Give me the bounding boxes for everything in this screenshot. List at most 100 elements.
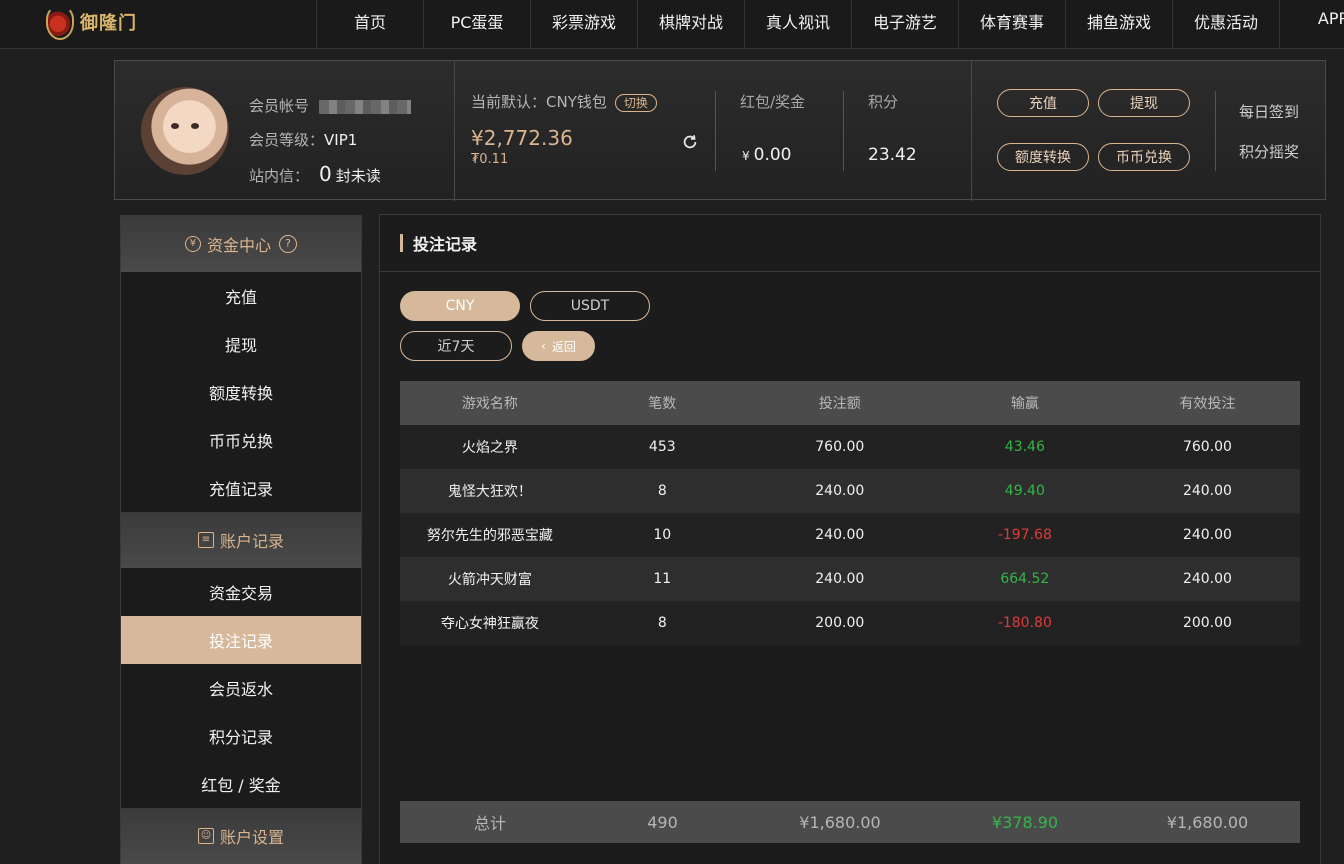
cell-game: 火箭冲天财富 <box>400 557 580 601</box>
back-label: 返回 <box>551 339 576 354</box>
nav-item-app[interactable]: APP <box>1279 0 1344 48</box>
level-label: 会员等级： <box>249 131 325 149</box>
cell-game: 火焰之界 <box>400 425 580 469</box>
totals-row: 总计 490 ¥1,680.00 ¥378.90 ¥1,680.00 <box>400 801 1300 843</box>
sidebar-item-rebate[interactable]: 会员返水 <box>121 664 361 712</box>
sidebar-item-bonus[interactable]: 红包 / 奖金 <box>121 760 361 808</box>
points-lottery-link[interactable]: 积分摇奖 <box>1239 141 1299 162</box>
user-settings-icon: ☺ <box>197 828 214 844</box>
chevron-left-icon: ‹ <box>541 339 546 353</box>
sidebar-group-records: ≡ 账户记录 <box>121 512 361 568</box>
account-sidebar: ¥ 资金中心 ? 充值 提现 额度转换 币币兑换 充值记录 ≡ 账户记录 资金交… <box>120 215 362 864</box>
cell-bet: 240.00 <box>744 557 935 601</box>
nav-item-slots[interactable]: 电子游艺 <box>851 0 958 48</box>
cell-winloss: -180.80 <box>934 601 1115 645</box>
withdraw-button[interactable]: 提现 <box>1098 89 1190 117</box>
exchange-button[interactable]: 币币兑换 <box>1098 143 1190 171</box>
unread-suffix: 封未读 <box>335 167 381 185</box>
logo-text: 御隆门 <box>80 13 137 34</box>
nav-item-lottery[interactable]: 彩票游戏 <box>530 0 637 48</box>
daily-signin-link[interactable]: 每日签到 <box>1239 101 1299 122</box>
nav-item-board-games[interactable]: 棋牌对战 <box>637 0 744 48</box>
avatar[interactable] <box>141 87 229 175</box>
top-navbar: 御隆门 首页 PC蛋蛋 彩票游戏 棋牌对战 真人视讯 电子游艺 体育赛事 捕鱼游… <box>0 0 1344 49</box>
cell-count: 453 <box>579 425 745 469</box>
table-row[interactable]: 努尔先生的邪恶宝藏 10 240.00 -197.68 240.00 <box>400 513 1300 557</box>
nav-item-pc-egg[interactable]: PC蛋蛋 <box>423 0 530 48</box>
bonus-amount: 0.00 <box>753 145 792 165</box>
help-icon[interactable]: ? <box>279 235 297 253</box>
cell-valid: 240.00 <box>1114 557 1300 601</box>
bet-records-table: 游戏名称 笔数 投注额 输赢 有效投注 火焰之界 453 760.00 43.4… <box>400 381 1300 645</box>
nav-item-live-casino[interactable]: 真人视讯 <box>744 0 851 48</box>
sidebar-item-recharge-history[interactable]: 充值记录 <box>121 464 361 512</box>
cell-winloss: -197.68 <box>934 513 1115 557</box>
col-count: 笔数 <box>579 381 745 425</box>
sidebar-item-transfer[interactable]: 额度转换 <box>121 368 361 416</box>
totals-winloss: ¥378.90 <box>991 812 1059 832</box>
unread-count[interactable]: 0 <box>319 162 332 186</box>
table-row[interactable]: 火焰之界 453 760.00 43.46 760.00 <box>400 425 1300 469</box>
divider <box>1215 91 1216 171</box>
cell-winloss: 49.40 <box>934 469 1115 513</box>
sidebar-item-transactions[interactable]: 资金交易 <box>121 568 361 616</box>
cell-game: 鬼怪大狂欢！ <box>400 469 580 513</box>
cell-count: 8 <box>579 469 745 513</box>
wallet-balance: ¥2,772.36 <box>471 126 573 150</box>
cell-bet: 760.00 <box>744 425 935 469</box>
nav-item-fishing[interactable]: 捕鱼游戏 <box>1065 0 1172 48</box>
col-game-name: 游戏名称 <box>400 381 580 425</box>
nav-item-home[interactable]: 首页 <box>316 0 423 48</box>
table-row[interactable]: 夺心女神狂赢夜 8 200.00 -180.80 200.00 <box>400 601 1300 645</box>
bet-records-panel: 投注记录 CNY USDT 近7天 ‹ 返回 游戏名称 笔数 投注额 输赢 有效… <box>379 214 1321 864</box>
switch-wallet-button[interactable]: 切换 <box>614 93 657 112</box>
divider <box>454 61 455 201</box>
bonus-label: 红包/奖金 <box>740 93 806 111</box>
col-valid-bet: 有效投注 <box>1114 381 1300 425</box>
nav-item-promotions[interactable]: 优惠活动 <box>1172 0 1279 48</box>
points-label: 积分 <box>868 93 899 111</box>
table-header-row: 游戏名称 笔数 投注额 输赢 有效投注 <box>400 381 1300 425</box>
cell-count: 10 <box>579 513 745 557</box>
inbox-label: 站内信： <box>249 167 310 185</box>
nav-item-sports[interactable]: 体育赛事 <box>958 0 1065 48</box>
member-info: 会员帐号 会员等级：VIP1 站内信： 0 封未读 <box>249 89 412 193</box>
table-row[interactable]: 鬼怪大狂欢！ 8 240.00 49.40 240.00 <box>400 469 1300 513</box>
divider <box>971 61 972 201</box>
recharge-button[interactable]: 充值 <box>997 89 1089 117</box>
sidebar-group-settings: ☺ 账户设置 <box>121 808 361 864</box>
sidebar-item-recharge[interactable]: 充值 <box>121 272 361 320</box>
totals-count: 490 <box>647 812 678 832</box>
cell-bet: 240.00 <box>744 469 935 513</box>
page-title: 投注记录 <box>380 215 1320 272</box>
account-label: 会员帐号 <box>249 97 310 115</box>
yen-icon: ¥ <box>184 236 201 252</box>
date-range-select[interactable]: 近7天 <box>400 331 512 361</box>
cell-valid: 240.00 <box>1114 513 1300 557</box>
back-button[interactable]: ‹ 返回 <box>522 331 595 361</box>
cell-valid: 760.00 <box>1114 425 1300 469</box>
tab-usdt[interactable]: USDT <box>530 291 650 321</box>
cell-count: 11 <box>579 557 745 601</box>
bonus-currency: ¥ <box>742 149 750 163</box>
totals-bet: ¥1,680.00 <box>799 812 881 832</box>
cell-game: 努尔先生的邪恶宝藏 <box>400 513 580 557</box>
cell-bet: 240.00 <box>744 513 935 557</box>
refresh-icon[interactable] <box>681 133 699 151</box>
main-nav: 首页 PC蛋蛋 彩票游戏 棋牌对战 真人视讯 电子游艺 体育赛事 捕鱼游戏 优惠… <box>316 0 1344 48</box>
logo-emblem-icon <box>40 4 76 40</box>
divider <box>715 91 716 171</box>
transfer-button[interactable]: 额度转换 <box>997 143 1089 171</box>
sidebar-item-points-history[interactable]: 积分记录 <box>121 712 361 760</box>
table-row[interactable]: 火箭冲天财富 11 240.00 664.52 240.00 <box>400 557 1300 601</box>
sidebar-item-exchange[interactable]: 币币兑换 <box>121 416 361 464</box>
points-value: 23.42 <box>868 145 917 165</box>
brand-logo[interactable]: 御隆门 <box>40 2 140 42</box>
document-icon: ≡ <box>197 532 214 548</box>
tab-cny[interactable]: CNY <box>400 291 520 321</box>
col-bet-amount: 投注额 <box>744 381 935 425</box>
vip-level: VIP1 <box>324 131 358 149</box>
sidebar-item-bet-records[interactable]: 投注记录 <box>121 616 361 664</box>
sidebar-group-label: 账户记录 <box>219 532 284 551</box>
sidebar-item-withdraw[interactable]: 提现 <box>121 320 361 368</box>
